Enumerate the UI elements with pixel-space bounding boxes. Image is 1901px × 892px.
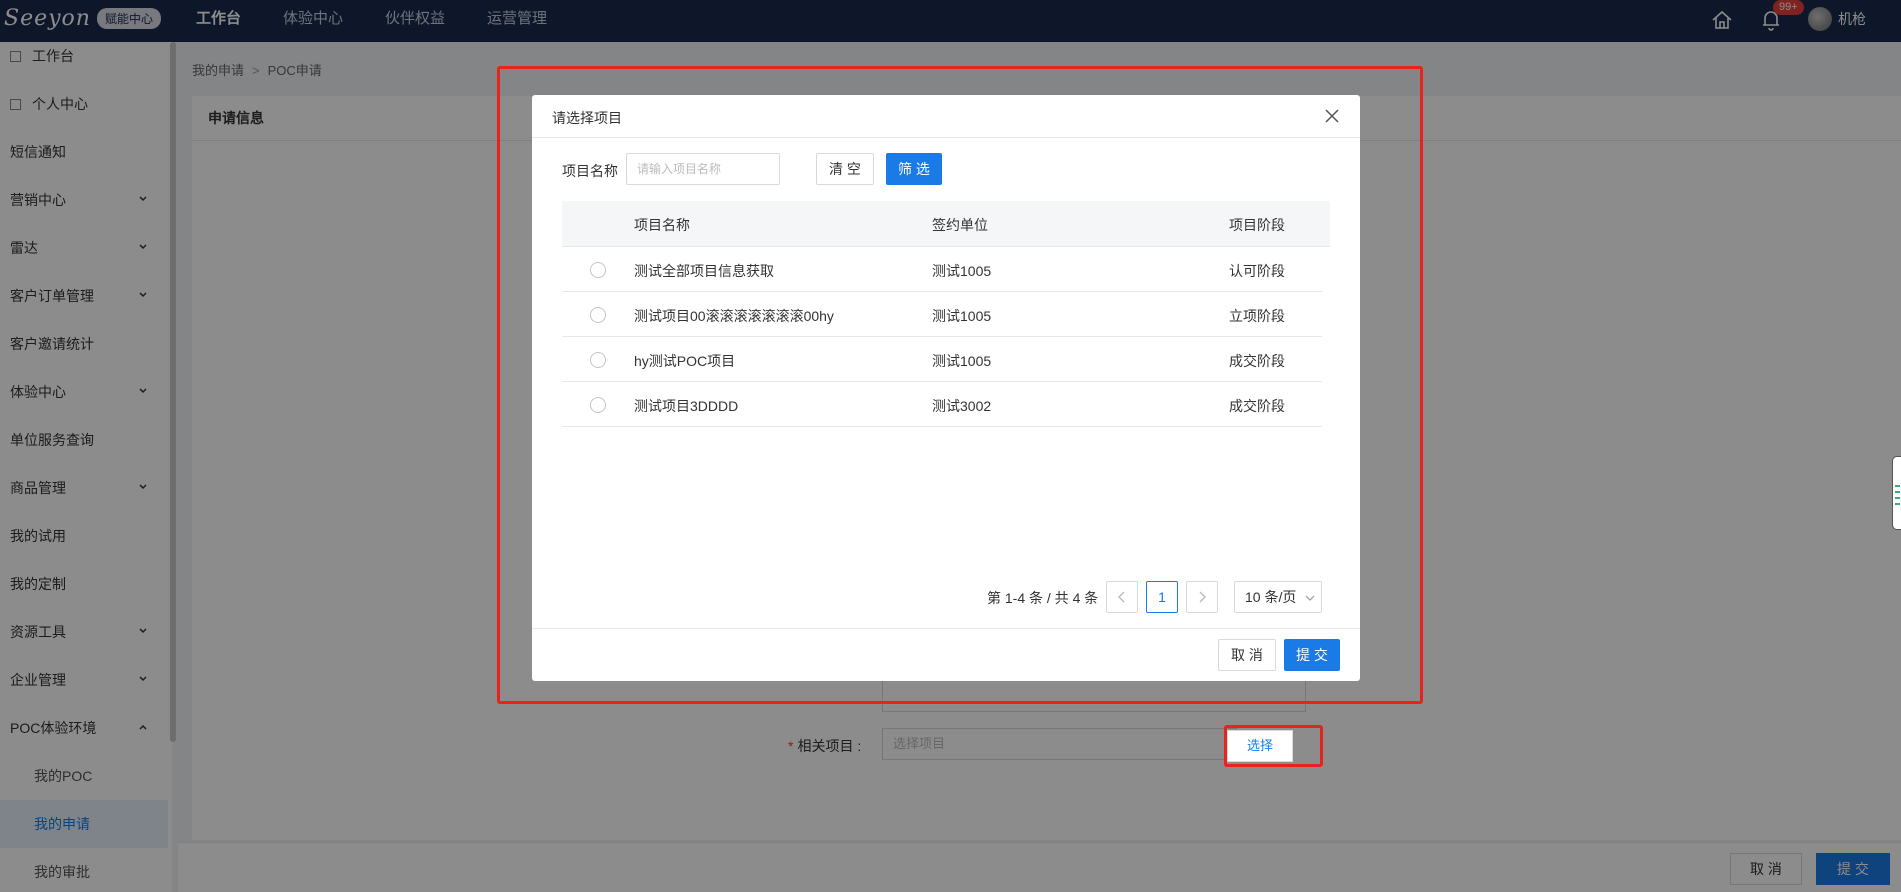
cell-stage: 成交阶段 xyxy=(1229,353,1285,369)
pagination-prev-button[interactable] xyxy=(1106,581,1138,613)
cell-unit: 测试1005 xyxy=(932,353,992,369)
cell-stage: 成交阶段 xyxy=(1229,398,1285,414)
chevron-right-icon xyxy=(1199,591,1206,603)
pagination-total: 第 1-4 条 / 共 4 条 xyxy=(987,590,1099,606)
cell-project-name: 测试项目00滚滚滚滚滚滚滚00hy xyxy=(634,308,834,324)
modal-cancel-button[interactable]: 取 消 xyxy=(1218,639,1276,671)
cell-project-name: 测试全部项目信息获取 xyxy=(634,263,774,279)
pagination-current-page[interactable]: 1 xyxy=(1146,581,1178,613)
table-row[interactable]: 测试全部项目信息获取 测试1005 认可阶段 xyxy=(562,247,1322,292)
modal-footer: 取 消 提 交 xyxy=(532,628,1360,681)
cell-unit: 测试1005 xyxy=(932,308,992,324)
cell-stage: 认可阶段 xyxy=(1229,263,1285,279)
cell-unit: 测试1005 xyxy=(932,263,992,279)
side-handle[interactable] xyxy=(1892,456,1901,530)
select-project-modal: 请选择项目 项目名称 清 空 筛 选 项目名称 签约单位 项目阶段 测试全部项目… xyxy=(532,95,1360,681)
table-row[interactable]: 测试项目3DDDD 测试3002 成交阶段 xyxy=(562,382,1322,427)
page-size-select[interactable]: 10 条/页 xyxy=(1234,581,1322,613)
cell-unit: 测试3002 xyxy=(932,398,992,414)
row-radio[interactable] xyxy=(590,352,606,368)
modal-header: 请选择项目 xyxy=(532,95,1360,138)
project-table: 项目名称 签约单位 项目阶段 测试全部项目信息获取 测试1005 认可阶段 测试… xyxy=(562,201,1330,427)
table-header: 项目名称 签约单位 项目阶段 xyxy=(562,201,1330,247)
column-header-unit: 签约单位 xyxy=(932,217,988,233)
cell-project-name: 测试项目3DDDD xyxy=(634,398,739,414)
chevron-down-icon xyxy=(1305,595,1315,601)
chevron-left-icon xyxy=(1118,591,1125,603)
row-radio[interactable] xyxy=(590,397,606,413)
modal-title: 请选择项目 xyxy=(552,110,622,126)
close-icon[interactable] xyxy=(1324,108,1340,124)
clear-button[interactable]: 清 空 xyxy=(816,153,874,185)
filter-label: 项目名称 xyxy=(562,163,618,179)
annotation-box-select-button xyxy=(1224,725,1323,767)
page-size-value: 10 条/页 xyxy=(1245,589,1297,605)
column-header-name: 项目名称 xyxy=(634,217,690,233)
table-row[interactable]: 测试项目00滚滚滚滚滚滚滚00hy 测试1005 立项阶段 xyxy=(562,292,1322,337)
row-radio[interactable] xyxy=(590,262,606,278)
filter-button[interactable]: 筛 选 xyxy=(886,153,942,185)
cell-stage: 立项阶段 xyxy=(1229,308,1285,324)
row-radio[interactable] xyxy=(590,307,606,323)
pagination-next-button[interactable] xyxy=(1186,581,1218,613)
table-row[interactable]: hy测试POC项目 测试1005 成交阶段 xyxy=(562,337,1322,382)
modal-submit-button[interactable]: 提 交 xyxy=(1284,639,1340,671)
column-header-stage: 项目阶段 xyxy=(1229,217,1285,233)
cell-project-name: hy测试POC项目 xyxy=(634,353,736,369)
project-name-input[interactable] xyxy=(626,153,780,185)
